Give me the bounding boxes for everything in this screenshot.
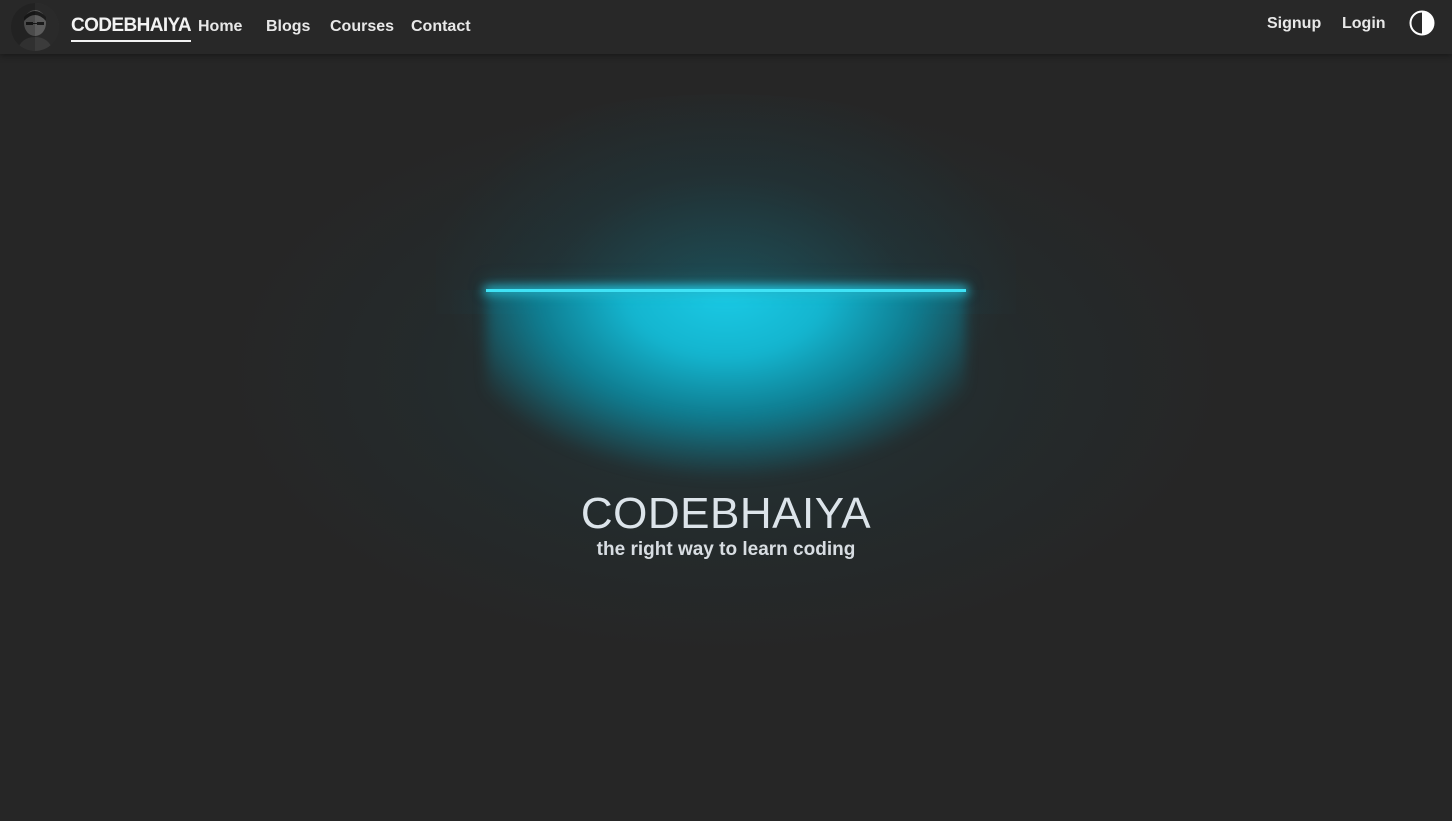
nav-link-contact[interactable]: Contact — [411, 17, 471, 37]
brand-logo-text[interactable]: CODEBHAIYA — [71, 15, 192, 42]
hero-section: CODEBHAIYA the right way to learn coding — [0, 54, 1452, 821]
contrast-icon — [1409, 10, 1435, 36]
login-link[interactable]: Login — [1342, 14, 1386, 34]
light-bar — [486, 289, 966, 292]
upper-glow — [436, 94, 1016, 314]
profile-avatar-icon — [11, 3, 59, 51]
nav-link-courses[interactable]: Courses — [330, 17, 394, 37]
nav-link-blogs[interactable]: Blogs — [266, 17, 310, 37]
hero-title: CODEBHAIYA — [580, 489, 872, 538]
signup-link[interactable]: Signup — [1267, 14, 1321, 34]
theme-toggle-button[interactable] — [1409, 10, 1435, 36]
nav-link-home[interactable]: Home — [198, 17, 242, 37]
hero-subtitle: the right way to learn coding — [596, 539, 856, 560]
light-beam — [486, 290, 966, 490]
avatar[interactable] — [11, 3, 59, 51]
navbar: CODEBHAIYA Home Blogs Courses Contact Si… — [0, 0, 1452, 54]
